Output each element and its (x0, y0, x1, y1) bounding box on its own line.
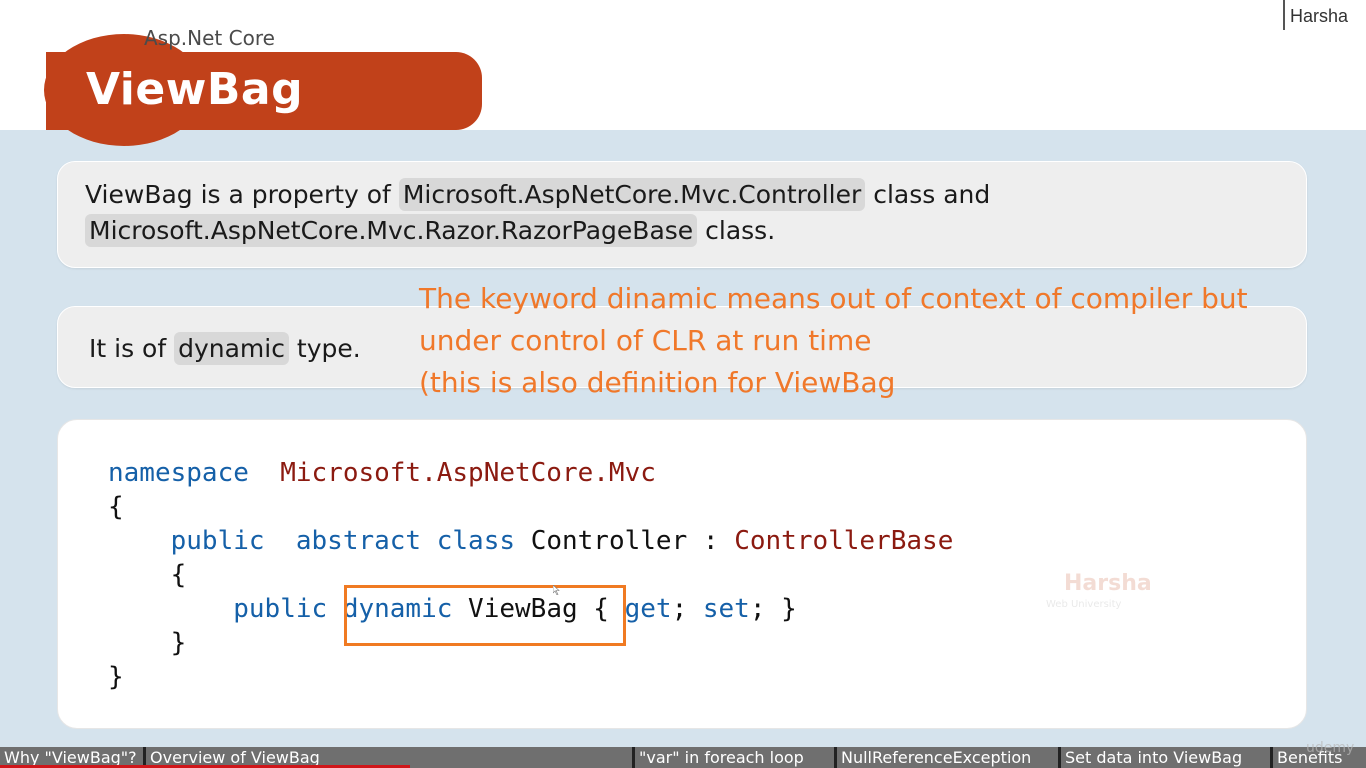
class-name: Controller (530, 526, 688, 556)
code-line-open: { (108, 492, 124, 522)
code-line-namespace: namespace Microsoft.AspNetCore.Mvc (108, 458, 656, 488)
type-text-2: type. (288, 334, 361, 363)
brand-divider (1283, 0, 1285, 30)
slide-subtitle: Asp.Net Core (144, 26, 275, 50)
annotation-line-1: The keyword dinamic means out of context… (419, 282, 1248, 315)
annotation-line-3: (this is also definition for ViewBag (419, 366, 896, 399)
set-keyword: set (702, 594, 750, 624)
colon: : (702, 526, 719, 556)
definition-text-1: ViewBag is a property of (85, 180, 399, 209)
razorpagebase-class-code: Microsoft.AspNetCore.Mvc.Razor.RazorPage… (85, 214, 698, 247)
type-line: It is of dynamic type. (89, 332, 361, 365)
dynamic-viewbag-highlight-box (344, 585, 626, 646)
public-keyword-2: public (233, 594, 328, 624)
type-text-1: It is of (89, 334, 175, 363)
chapter-set-data-into-viewbag[interactable]: Set data into ViewBag (1058, 747, 1242, 768)
dynamic-type-code: dynamic (174, 332, 289, 365)
chapter-nullreferenceexception[interactable]: NullReferenceException (834, 747, 1031, 768)
chapter-var-in-foreach[interactable]: "var" in foreach loop (632, 747, 804, 768)
harsha-watermark: Harsha Web University (1034, 569, 1156, 613)
definition-line-1: ViewBag is a property of Microsoft.AspNe… (85, 178, 991, 211)
abstract-keyword: abstract (295, 526, 422, 556)
definition-text-3: class. (697, 216, 776, 245)
watermark-sub: Web University (1046, 599, 1122, 610)
watermark-name: Harsha (1064, 571, 1152, 596)
namespace-name: Microsoft.AspNetCore.Mvc (280, 458, 656, 488)
brand-label: Harsha (1290, 6, 1349, 26)
get-keyword: get (624, 594, 672, 624)
slide-title: ViewBag (86, 64, 304, 115)
definition-text-2: class and (865, 180, 991, 209)
code-line-inner-close: } (108, 628, 187, 658)
class-keyword: class (436, 526, 516, 556)
public-keyword: public (170, 526, 265, 556)
inner-close-brace: } (170, 628, 187, 658)
code-line-class: public abstract class Controller : Contr… (108, 526, 954, 556)
property-close-brace: } (781, 594, 797, 624)
base-class-name: ControllerBase (734, 526, 954, 556)
controller-class-code: Microsoft.AspNetCore.Mvc.Controller (398, 178, 866, 211)
code-line-close: } (108, 662, 124, 692)
definition-line-2: Microsoft.AspNetCore.Mvc.Razor.RazorPage… (85, 214, 776, 247)
semicolon-1: ; (671, 594, 688, 624)
annotation-line-2: under control of CLR at run time (419, 324, 872, 357)
player-watermark: udemy (1306, 740, 1355, 756)
inner-open-brace: { (170, 560, 187, 590)
semicolon-2: ; (749, 594, 766, 624)
code-line-inner-open: { (108, 560, 187, 590)
namespace-keyword: namespace (108, 458, 249, 488)
mouse-cursor-icon (553, 585, 560, 595)
